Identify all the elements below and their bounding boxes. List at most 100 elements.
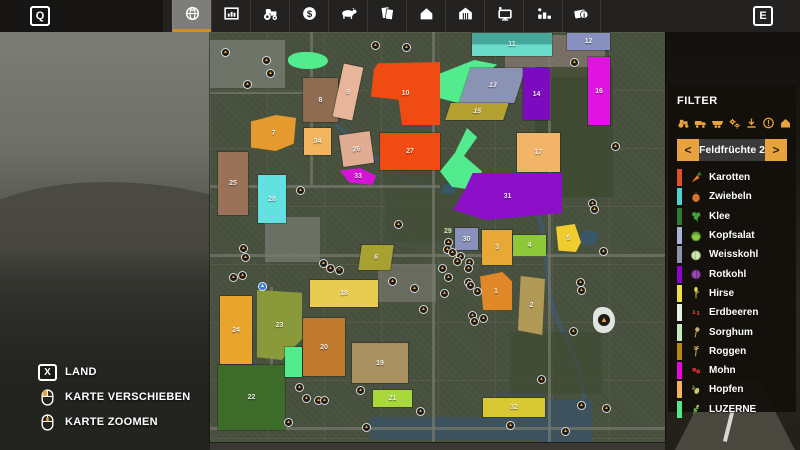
map-hotspot-marker[interactable]: ▲ bbox=[410, 284, 419, 293]
map-field-12[interactable]: 12 bbox=[567, 33, 610, 50]
tab-vehicles[interactable] bbox=[250, 0, 289, 32]
tab-production[interactable] bbox=[523, 0, 562, 32]
map-hotspot-marker[interactable]: ▲ bbox=[611, 142, 620, 151]
map-hotspot-marker[interactable]: ▲ bbox=[599, 247, 608, 256]
map-field-31[interactable]: 31 bbox=[453, 173, 562, 220]
crop-filter-hops[interactable]: Hopfen bbox=[677, 380, 787, 399]
map-hotspot-marker[interactable]: ▲ bbox=[221, 48, 230, 57]
map-hotspot-marker[interactable]: ▲ bbox=[243, 80, 252, 89]
map-field-30[interactable]: 30 bbox=[455, 228, 478, 250]
map-hotspot-marker[interactable]: ▲ bbox=[473, 287, 482, 296]
map-field-18[interactable]: 18 bbox=[310, 280, 378, 307]
crop-filter-strawberry[interactable]: Erdbeeren bbox=[677, 303, 787, 322]
crop-filter-clover[interactable]: Klee bbox=[677, 207, 787, 226]
map-field-13[interactable]: 13 bbox=[459, 68, 525, 103]
truck-filter-icon[interactable] bbox=[694, 116, 707, 130]
warning-filter-icon[interactable] bbox=[762, 116, 775, 130]
map-hotspot-marker[interactable]: ▲ bbox=[241, 253, 250, 262]
map-field-11[interactable]: 11 bbox=[472, 33, 552, 56]
map-field-14[interactable]: 14 bbox=[523, 68, 550, 120]
tab-farms[interactable] bbox=[406, 0, 445, 32]
map-field-19[interactable]: 19 bbox=[352, 343, 408, 383]
gears-filter-icon[interactable] bbox=[728, 116, 741, 130]
map-hotspot-marker[interactable]: ▲ bbox=[371, 41, 380, 50]
map-field-1[interactable]: 1 bbox=[480, 272, 512, 310]
download-filter-icon[interactable] bbox=[745, 116, 758, 130]
crop-filter-sorghum[interactable]: Sorghum bbox=[677, 322, 787, 341]
map-hotspot-marker[interactable]: ▲ bbox=[602, 404, 611, 413]
map-hotspot-marker[interactable]: ▲ bbox=[537, 375, 546, 384]
crop-filter-carrot[interactable]: Karotten bbox=[677, 168, 787, 187]
crop-filter-onion[interactable]: Zwiebeln bbox=[677, 187, 787, 206]
map-hotspot-marker[interactable]: ▲ bbox=[302, 394, 311, 403]
map-hotspot-marker[interactable]: ▲ bbox=[577, 286, 586, 295]
map-field-27[interactable]: 27 bbox=[380, 133, 440, 170]
map-hotspot-marker[interactable]: ▲ bbox=[326, 264, 335, 273]
map-hotspot-marker[interactable]: ▲ bbox=[464, 264, 473, 273]
crop-filter-millet[interactable]: Hirse bbox=[677, 284, 787, 303]
crop-filter-cabbage-white[interactable]: Weisskohl bbox=[677, 245, 787, 264]
selector-next-button[interactable]: > bbox=[765, 139, 787, 161]
crop-filter-lucerne[interactable]: LUZERNE bbox=[677, 400, 787, 419]
map-field-22[interactable]: 22 bbox=[218, 365, 285, 430]
map-hotspot-marker[interactable]: ▲ bbox=[577, 401, 586, 410]
map-field-16[interactable]: 16 bbox=[588, 57, 610, 125]
tab-garage[interactable] bbox=[445, 0, 484, 32]
map-field-34[interactable]: 34 bbox=[304, 128, 331, 155]
map-hotspot-marker[interactable]: ▲ bbox=[388, 277, 397, 286]
map-hotspot-marker[interactable]: ▲ bbox=[239, 244, 248, 253]
map-hotspot-marker[interactable]: ▲ bbox=[258, 282, 267, 291]
map-hotspot-marker[interactable]: ▲ bbox=[356, 386, 365, 395]
map-hotspot-marker[interactable]: ✕ bbox=[335, 266, 344, 275]
map-hotspot-marker[interactable]: ▲ bbox=[295, 383, 304, 392]
selector-prev-button[interactable]: < bbox=[677, 139, 699, 161]
map-hotspot-marker[interactable]: ▲ bbox=[561, 427, 570, 436]
map-hotspot-marker[interactable]: ▲ bbox=[419, 305, 428, 314]
tab-animals[interactable] bbox=[328, 0, 367, 32]
map-field-4[interactable]: 4 bbox=[513, 235, 546, 256]
map-field-21[interactable]: 21 bbox=[373, 390, 412, 407]
map-hotspot-marker[interactable]: ▲ bbox=[444, 273, 453, 282]
tab-map[interactable] bbox=[172, 0, 211, 32]
map-field-2[interactable]: 2 bbox=[518, 276, 545, 335]
map-hotspot-marker[interactable]: ▲ bbox=[284, 418, 293, 427]
map-hotspot-marker[interactable]: ▲ bbox=[262, 56, 271, 65]
map-field-28[interactable]: 28 bbox=[258, 175, 286, 223]
crop-filter-rye[interactable]: Roggen bbox=[677, 342, 787, 361]
crop-filter-cabbage-red[interactable]: Rotkohl bbox=[677, 264, 787, 283]
map-field-24[interactable]: 24 bbox=[220, 296, 252, 364]
map-hotspot-marker[interactable]: ▲ bbox=[453, 257, 462, 266]
map-field-26[interactable]: 26 bbox=[339, 131, 374, 167]
map-hotspot-marker[interactable]: ▲ bbox=[440, 289, 449, 298]
crop-filter-poppy[interactable]: Mohn bbox=[677, 361, 787, 380]
map-hotspot-marker[interactable]: ▲ bbox=[569, 327, 578, 336]
map-hotspot-marker[interactable]: ▲ bbox=[570, 58, 579, 67]
tab-contracts[interactable] bbox=[367, 0, 406, 32]
map-field-32[interactable]: 32 bbox=[483, 398, 545, 417]
map-field-6[interactable]: 6 bbox=[358, 245, 394, 270]
trailer-filter-icon[interactable] bbox=[711, 116, 724, 130]
map-hotspot-marker[interactable]: ▲ bbox=[266, 69, 275, 78]
map-hotspot-marker[interactable]: ▲ bbox=[590, 205, 599, 214]
map-hotspot-marker[interactable]: ▲ bbox=[394, 220, 403, 229]
tab-shop[interactable] bbox=[484, 0, 523, 32]
map-hotspot-marker[interactable]: ▲ bbox=[238, 271, 247, 280]
tractor-filter-icon[interactable] bbox=[677, 116, 690, 130]
map-hotspot-marker[interactable]: ▲ bbox=[479, 314, 488, 323]
map-field-20[interactable]: 20 bbox=[303, 318, 345, 376]
map-hotspot-marker[interactable]: ▲ bbox=[506, 421, 515, 430]
tab-help[interactable]: i bbox=[562, 0, 601, 32]
map-field-17[interactable]: 17 bbox=[517, 133, 560, 172]
house-filter-icon[interactable] bbox=[779, 116, 792, 130]
crop-filter-lettuce[interactable]: Kopfsalat bbox=[677, 226, 787, 245]
game-map[interactable]: 8910734262733252811121315141617316182423… bbox=[210, 32, 665, 442]
tab-statistics[interactable] bbox=[211, 0, 250, 32]
map-field-15[interactable]: 15 bbox=[445, 103, 509, 120]
map-hotspot-marker[interactable]: ▲ bbox=[229, 273, 238, 282]
map-hotspot-marker[interactable]: ▲ bbox=[402, 43, 411, 52]
map-hotspot-marker[interactable]: ▲ bbox=[320, 396, 329, 405]
map-hotspot-marker[interactable]: ▲ bbox=[470, 317, 479, 326]
map-meadow[interactable] bbox=[288, 52, 328, 69]
map-hotspot-marker[interactable]: ▲ bbox=[438, 264, 447, 273]
map-hotspot-marker[interactable]: ▲ bbox=[362, 423, 371, 432]
